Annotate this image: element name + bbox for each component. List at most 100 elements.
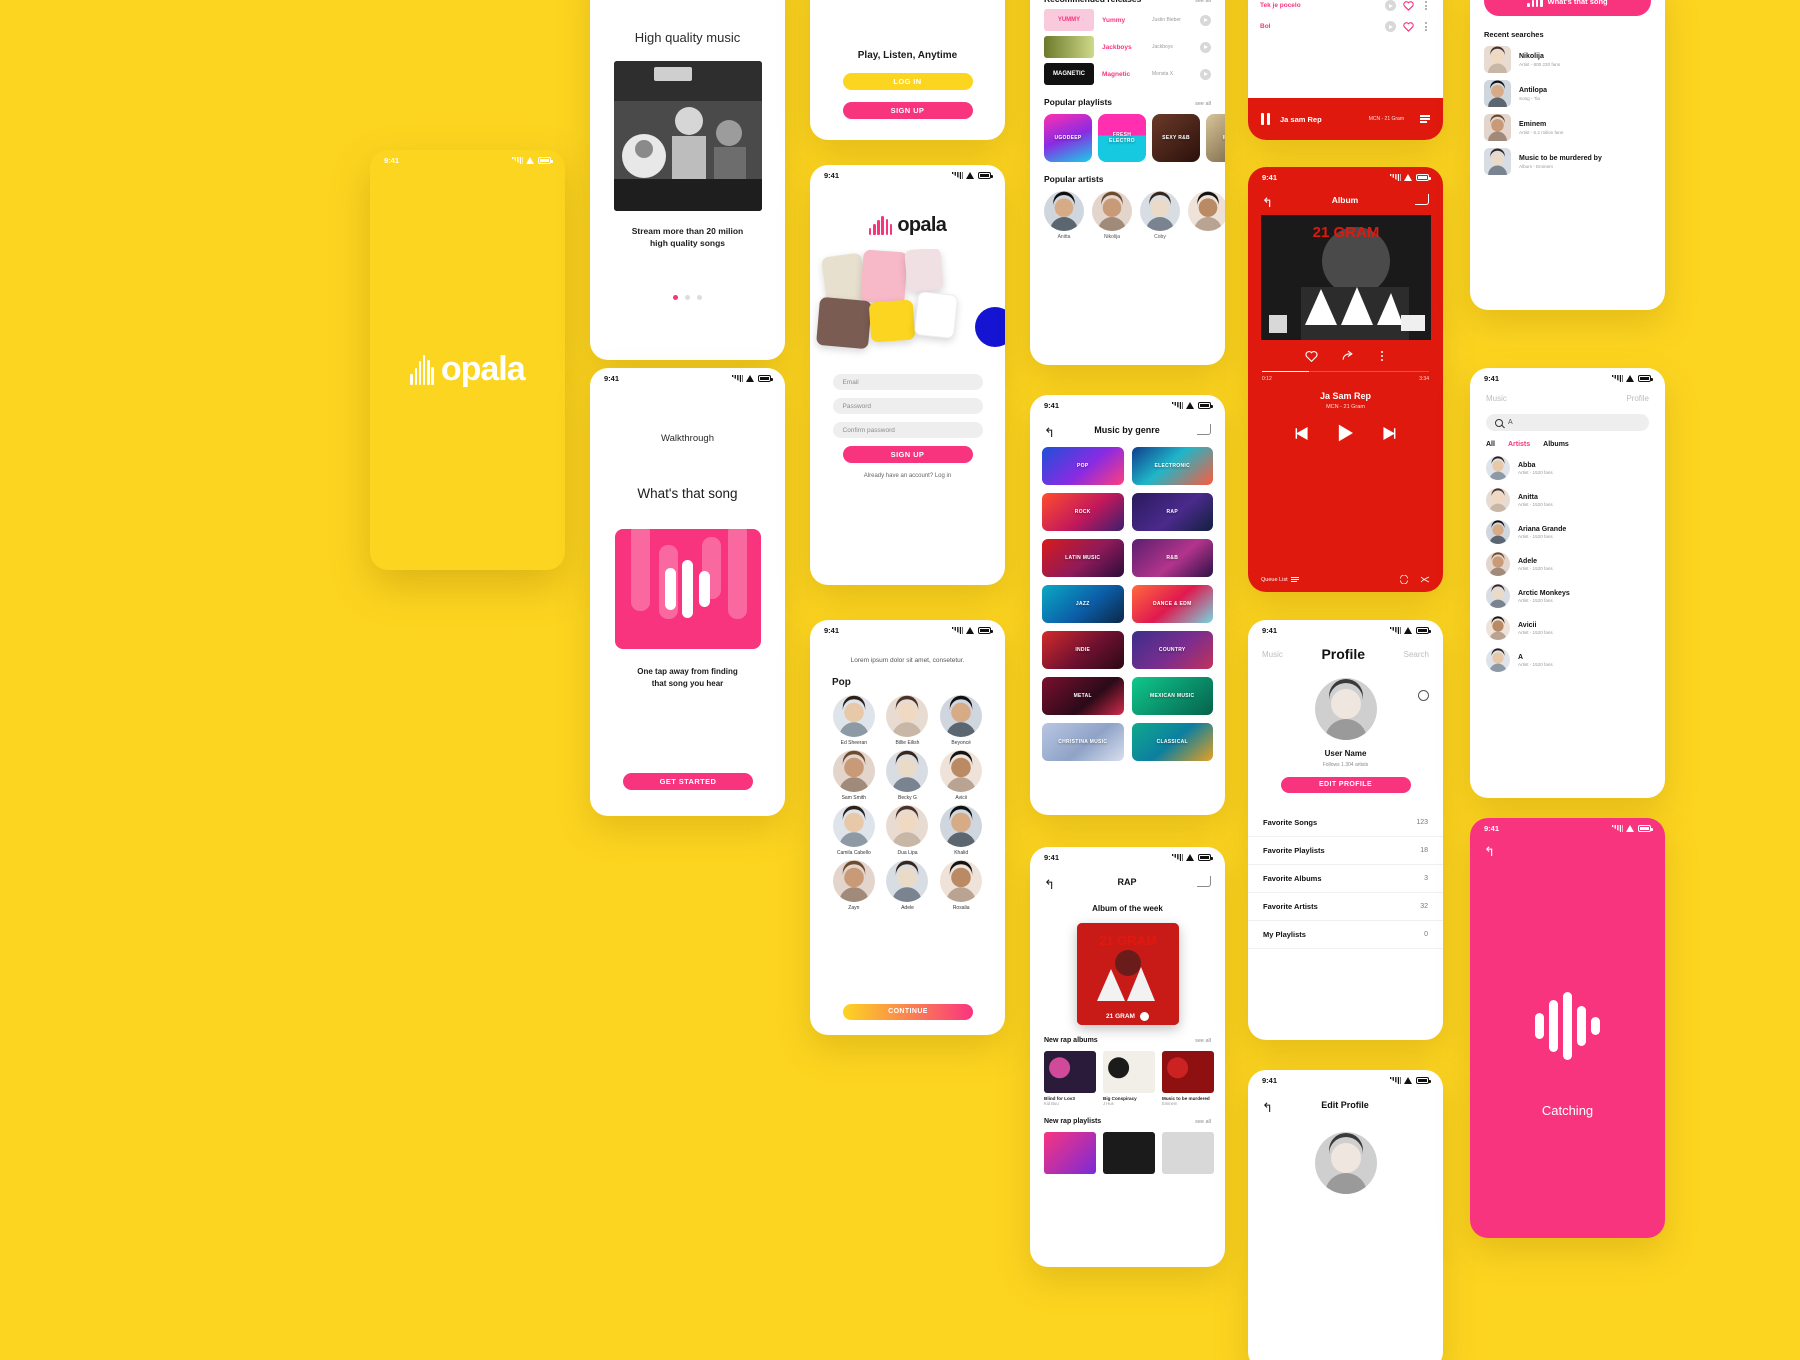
search-results[interactable]: Abba Artist - 1520 fans Anitta Artist - 152… — [1470, 448, 1665, 672]
play-icon[interactable] — [1139, 1012, 1149, 1021]
artist-card[interactable]: Zayn — [830, 860, 878, 911]
artist-card[interactable]: Avicii — [937, 750, 985, 801]
recent-search-row[interactable]: Nikolija Artist - 800 230 fans — [1470, 39, 1665, 73]
pagination-dots[interactable] — [590, 294, 785, 300]
recent-search-rows[interactable]: Nikolija Artist - 800 230 fans Antilopa Son… — [1470, 39, 1665, 175]
now-playing-bar[interactable]: Ja sam Rep MCN - 21 Gram — [1248, 98, 1443, 140]
release-row[interactable]: Jackboys Jackboys — [1030, 31, 1225, 58]
recent-search-row[interactable]: Antilopa Song - Tia — [1470, 73, 1665, 107]
genre-tile[interactable]: LATIN MUSIC — [1042, 539, 1124, 577]
releases-list[interactable]: YUMMY Yummy Justin Bieber Jackboys Jackboys M… — [1030, 4, 1225, 85]
cast-icon[interactable] — [1414, 194, 1429, 205]
artist-card[interactable]: Adele — [884, 860, 932, 911]
previous-icon[interactable] — [1294, 426, 1308, 440]
login-link[interactable]: Already have an account? Log in — [810, 473, 1005, 479]
release-row[interactable]: YUMMY Yummy Justin Bieber — [1030, 4, 1225, 31]
playlist-tile[interactable]: UGODEEP — [1044, 114, 1092, 162]
artist-card[interactable]: Rosalia — [937, 860, 985, 911]
back-icon[interactable] — [1044, 424, 1057, 435]
player-modes[interactable] — [1399, 575, 1430, 584]
login-button[interactable]: LOG IN — [842, 73, 973, 90]
more-icon[interactable] — [1421, 21, 1431, 32]
search-input[interactable]: A — [1486, 414, 1649, 431]
tab-music[interactable]: Music — [1262, 650, 1283, 659]
queue-rows[interactable]: TiSaraTek je poceloBol — [1248, 0, 1443, 37]
playlist-item[interactable] — [1103, 1132, 1155, 1174]
see-all-link[interactable]: see all — [1195, 0, 1211, 4]
back-icon[interactable] — [1262, 194, 1275, 205]
search-result-row[interactable]: Abba Artist - 1520 fans — [1470, 448, 1665, 480]
get-started-button[interactable]: GET STARTED — [623, 773, 753, 790]
repeat-icon[interactable] — [1399, 575, 1409, 584]
artist-card[interactable]: Dua Lipa — [884, 805, 932, 856]
search-result-row[interactable]: Avicii Artist - 1520 fans — [1470, 608, 1665, 640]
back-icon[interactable] — [1262, 1099, 1275, 1110]
heart-icon[interactable] — [1403, 21, 1414, 32]
new-playlists-row[interactable] — [1030, 1125, 1225, 1174]
artist-card[interactable]: Anitta — [1044, 191, 1084, 240]
artist-card[interactable] — [1188, 191, 1225, 240]
genre-tiles[interactable]: POP ELECTRONIC ROCK RAP LATIN MUSIC R&B JAZZ DA… — [1030, 435, 1225, 761]
artist-grid[interactable]: Ed Sheeran Billie Eilish Beyoncé Sam Smith B… — [810, 688, 1005, 911]
genre-tile[interactable]: METAL — [1042, 677, 1124, 715]
player-actions[interactable] — [1248, 350, 1443, 362]
album-card[interactable]: Music to be murdered Eminem — [1162, 1051, 1214, 1106]
genre-tile[interactable]: MEXICAN MUSIC — [1131, 677, 1213, 715]
search-result-row[interactable]: A Artist - 1520 fans — [1470, 640, 1665, 672]
recent-search-row[interactable]: Eminem Artist - 5.2 milion fans — [1470, 107, 1665, 141]
new-albums-row[interactable]: Blind for Lov3 Kid Buu Big Conspiracy J Hus… — [1030, 1044, 1225, 1106]
heart-icon[interactable] — [1305, 350, 1318, 362]
queue-icon[interactable] — [1420, 115, 1430, 123]
artist-card[interactable]: Camila Cabello — [830, 805, 878, 856]
genre-tile[interactable]: POP — [1042, 447, 1124, 485]
back-icon[interactable] — [1044, 876, 1057, 887]
playlist-tile[interactable]: SEXY R&B — [1152, 114, 1200, 162]
artist-card[interactable]: Becky G — [884, 750, 932, 801]
dot-3[interactable] — [697, 294, 702, 300]
search-tab[interactable]: Albums — [1543, 441, 1569, 448]
tab-profile[interactable]: Profile — [1626, 394, 1649, 403]
search-result-row[interactable]: Adele Artist - 1520 fans — [1470, 544, 1665, 576]
signup-button[interactable]: SIGN UP — [842, 102, 973, 119]
search-result-row[interactable]: Ariana Grande Artist - 1520 fans — [1470, 512, 1665, 544]
email-field[interactable]: Email — [832, 374, 983, 390]
edit-profile-button[interactable]: EDIT PROFILE — [1280, 777, 1411, 793]
tab-search[interactable]: Search — [1404, 650, 1429, 659]
playlist-item[interactable] — [1162, 1132, 1214, 1174]
dot-1[interactable] — [673, 294, 678, 300]
cast-icon[interactable] — [1197, 424, 1211, 435]
play-icon[interactable] — [1385, 0, 1396, 11]
artist-card[interactable]: Sam Smith — [830, 750, 878, 801]
play-icon[interactable] — [1200, 14, 1211, 26]
dot-2[interactable] — [685, 294, 690, 300]
tab-music[interactable]: Music — [1486, 394, 1507, 403]
next-icon[interactable] — [1383, 426, 1397, 440]
profile-stat-row[interactable]: Favorite Albums 3 — [1248, 865, 1443, 893]
artist-card[interactable]: Nikolija — [1092, 191, 1132, 240]
pause-icon[interactable] — [1261, 113, 1270, 125]
avatar[interactable] — [1314, 1132, 1377, 1194]
queue-row[interactable]: Bol — [1248, 16, 1443, 37]
queue-list-button[interactable]: Queue List — [1261, 577, 1299, 583]
genre-tile[interactable]: R&B — [1131, 539, 1213, 577]
artist-card[interactable]: Ed Sheeran — [830, 695, 878, 746]
playlists-row[interactable]: UGODEEP FRESH ELECTRO SEXY R&B INDIE — [1030, 107, 1225, 162]
search-result-row[interactable]: Arctic Monkeys Artist - 1520 fans — [1470, 576, 1665, 608]
password-field[interactable]: Password — [832, 398, 983, 414]
see-all-link[interactable]: see all — [1195, 1119, 1211, 1125]
progress-bar[interactable] — [1262, 371, 1429, 372]
genre-tile[interactable]: INDIE — [1042, 631, 1124, 669]
see-all-link[interactable]: see all — [1195, 1038, 1211, 1044]
play-icon[interactable] — [1200, 68, 1211, 80]
artists-row[interactable]: Anitta Nikolija Coby — [1030, 184, 1225, 240]
avatar[interactable] — [1314, 678, 1377, 740]
profile-stat-row[interactable]: My Playlists 0 — [1248, 921, 1443, 949]
genre-tile[interactable]: RAP — [1131, 493, 1213, 531]
search-filter-tabs[interactable]: All Artists Albums — [1470, 431, 1665, 448]
play-icon[interactable] — [1200, 41, 1211, 53]
playlist-tile[interactable]: FRESH ELECTRO — [1098, 114, 1146, 162]
continue-button[interactable]: CONTINUE — [843, 1004, 973, 1020]
album-card[interactable]: Big Conspiracy J Hus — [1103, 1051, 1155, 1106]
album-of-week-cover[interactable]: 21 GRAM 21 GRAM — [1076, 923, 1179, 1025]
play-icon[interactable] — [1336, 423, 1355, 443]
